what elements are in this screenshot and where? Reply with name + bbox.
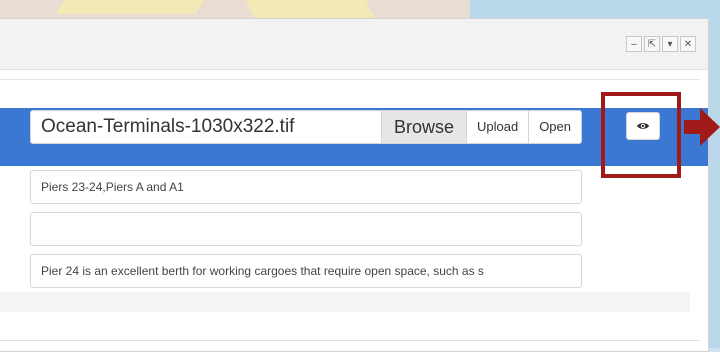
window-controls: – ⇱ ▾ ✕ [626,36,696,52]
divider [0,79,700,80]
preview-button[interactable] [626,112,660,140]
eye-icon [637,123,649,129]
open-button[interactable]: Open [528,111,581,143]
panel-titlebar: – ⇱ ▾ ✕ [0,19,708,70]
chevron-down-icon[interactable]: ▾ [662,36,678,52]
map-road [55,0,205,14]
popout-icon[interactable]: ⇱ [644,36,660,52]
divider [0,340,700,341]
close-icon[interactable]: ✕ [680,36,696,52]
arrow-right-icon [684,108,720,146]
empty-field[interactable] [30,212,582,246]
description-field[interactable]: Pier 24 is an excellent berth for workin… [30,254,582,288]
file-name-input[interactable]: Ocean-Terminals-1030x322.tif [31,111,381,143]
panel-footer [0,292,690,312]
minimize-icon[interactable]: – [626,36,642,52]
title-field[interactable]: Piers 23-24,Piers A and A1 [30,170,582,204]
upload-button[interactable]: Upload [465,111,529,143]
browse-button[interactable]: Browse [380,111,466,143]
file-upload-group: Ocean-Terminals-1030x322.tif Browse Uplo… [30,110,582,144]
map-road [245,0,375,18]
